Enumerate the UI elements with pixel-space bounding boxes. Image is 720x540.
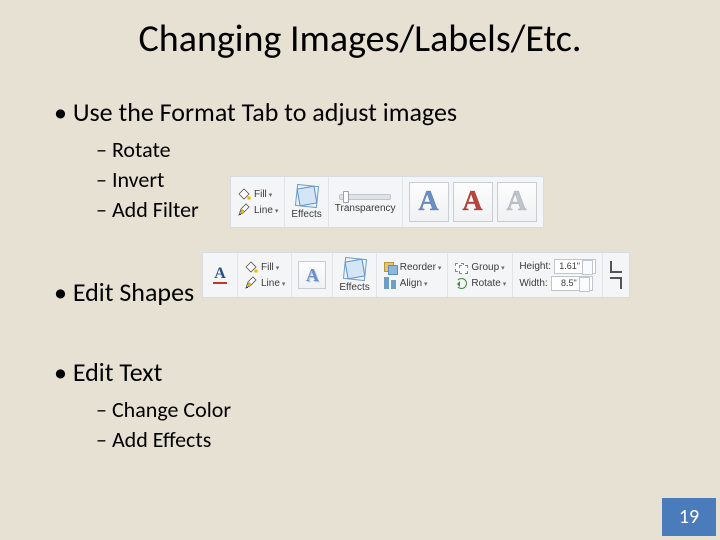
- subbullet-change-color: Change Color: [116, 396, 231, 423]
- ribbon-shape-format-2: A Fill: [202, 252, 630, 298]
- shape-fill-label: Fill: [254, 189, 272, 200]
- rotate-button[interactable]: Rotate: [454, 276, 506, 290]
- shape-fill-button[interactable]: Fill: [237, 187, 278, 201]
- wordart-style-fill-grey[interactable]: A: [497, 182, 537, 222]
- shape-line-button[interactable]: Line: [237, 203, 278, 217]
- align-label: Align: [400, 278, 428, 289]
- wordart-style-outline-blue[interactable]: A: [409, 182, 449, 222]
- text-fill-label: Fill: [261, 262, 279, 273]
- text-effect-preview[interactable]: A: [298, 261, 326, 289]
- width-field[interactable]: Width: 8.5": [519, 276, 596, 291]
- group-crop: [603, 253, 629, 297]
- wordart-style-fill-red[interactable]: A: [453, 182, 493, 222]
- subbullet-rotate: Rotate: [116, 136, 175, 163]
- group-text-fill-color: A: [203, 253, 238, 297]
- subbullet-invert: Invert: [116, 166, 168, 193]
- pencil-icon: [237, 203, 251, 217]
- effects-icon: [295, 184, 319, 208]
- align-icon: [383, 276, 397, 290]
- shape-effects-button[interactable]: Effects: [285, 177, 328, 227]
- paint-bucket-icon: [237, 187, 251, 201]
- rotate-icon: [454, 276, 468, 290]
- slide: Changing Images/Labels/Etc. Use the Form…: [0, 0, 720, 540]
- bullet-edit-text: Edit Text: [76, 356, 162, 388]
- page-number-box: 19: [662, 498, 716, 536]
- letter-a-icon: A: [214, 267, 226, 281]
- text-effects-label: Effects: [339, 282, 369, 293]
- group-arrange-2: Group Rotate: [448, 253, 513, 297]
- width-value[interactable]: 8.5": [551, 276, 593, 291]
- transparency-slider[interactable]: [339, 194, 391, 200]
- rotate-label: Rotate: [471, 278, 506, 289]
- text-fill-button[interactable]: Fill: [244, 260, 285, 274]
- group-label: Group: [471, 262, 504, 273]
- pencil-icon: [244, 276, 258, 290]
- group-text-effect-preview: A: [292, 253, 333, 297]
- text-line-button[interactable]: Line: [244, 276, 285, 290]
- ribbon-shape-format: Fill Line Effects: [230, 176, 544, 228]
- group-button[interactable]: Group: [454, 260, 506, 274]
- transparency-control[interactable]: Transparency: [329, 177, 403, 227]
- subbullet-add-effects: Add Effects: [116, 426, 211, 453]
- group-text-fill-line: Fill Line: [238, 253, 292, 297]
- crop-top-left-icon: [609, 260, 623, 274]
- paint-bucket-icon: [244, 260, 258, 274]
- text-fill-color-button[interactable]: A: [209, 267, 231, 284]
- slide-title: Changing Images/Labels/Etc.: [0, 16, 720, 62]
- crop-bottom-right-icon: [609, 276, 623, 290]
- height-value[interactable]: 1.61": [554, 259, 596, 274]
- width-label: Width:: [519, 278, 547, 289]
- bullet-use-format: Use the Format Tab to adjust images: [76, 96, 457, 128]
- height-label: Height:: [519, 261, 551, 272]
- align-button[interactable]: Align: [383, 276, 442, 290]
- subbullet-add-filter: Add Filter: [116, 196, 199, 223]
- transparency-label: Transparency: [335, 203, 396, 214]
- group-shape-fill-line: Fill Line: [231, 177, 285, 227]
- group-icon: [454, 260, 468, 274]
- bullet-edit-shapes: Edit Shapes: [76, 276, 194, 308]
- shape-effects-label: Effects: [291, 209, 321, 220]
- color-swatch-icon: [213, 282, 227, 284]
- page-number: 19: [679, 505, 699, 529]
- reorder-button[interactable]: Reorder: [383, 260, 442, 274]
- group-wordart-preview: A A A: [403, 177, 543, 227]
- shape-line-label: Line: [254, 205, 278, 216]
- reorder-icon: [383, 260, 397, 274]
- text-line-label: Line: [261, 278, 285, 289]
- group-size: Height: 1.61" Width: 8.5": [513, 253, 603, 297]
- effects-icon: [343, 257, 367, 281]
- group-arrange: Reorder Align: [377, 253, 449, 297]
- height-field[interactable]: Height: 1.61": [519, 259, 596, 274]
- reorder-label: Reorder: [400, 262, 442, 273]
- text-effects-button[interactable]: Effects: [333, 253, 376, 297]
